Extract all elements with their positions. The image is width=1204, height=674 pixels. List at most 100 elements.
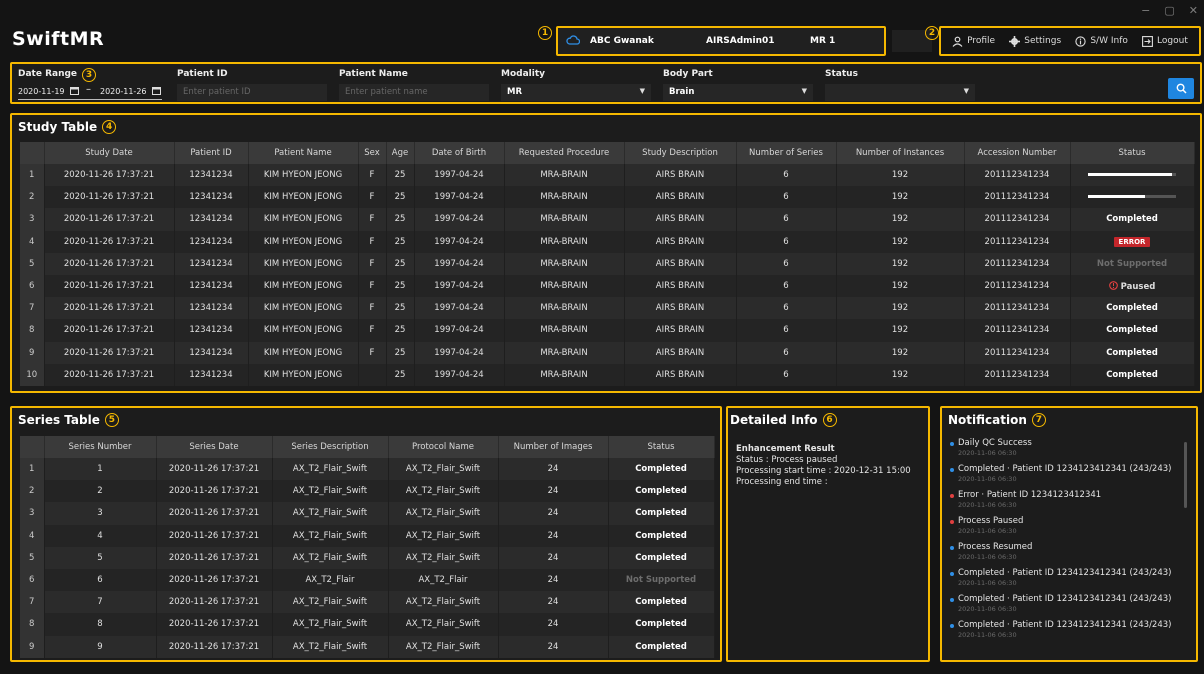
table-row[interactable]: 2 2020-11-26 17:37:21 12341234 KIM HYEON JE… (20, 186, 1195, 209)
patient-name-input[interactable]: Enter patient name (339, 84, 489, 101)
status-text: Not Supported (625, 575, 697, 586)
study-col-header[interactable] (20, 142, 45, 164)
notification-scrollbar[interactable] (1184, 442, 1187, 508)
study-cell-inst: 192 (836, 208, 965, 231)
series-col-header[interactable]: Protocol Name (388, 436, 499, 458)
table-row[interactable]: 5 2020-11-26 17:37:21 12341234 KIM HYEON JE… (20, 252, 1195, 275)
table-row[interactable]: 7 2020-11-26 17:37:21 12341234 KIM HYEON JE… (20, 297, 1195, 320)
notification-item[interactable]: Completed · Patient ID 1234123412341 (24… (950, 464, 1190, 483)
table-row[interactable]: 6 6 2020-11-26 17:37:21 AX_T2_Flair AX_T2_Fl… (20, 568, 715, 592)
modality-label: Modality (501, 69, 545, 79)
table-row[interactable]: 8 2020-11-26 17:37:21 12341234 KIM HYEON JE… (20, 319, 1195, 342)
sw-info-button[interactable]: S/W Info (1075, 35, 1128, 47)
table-row[interactable]: 9 2020-11-26 17:37:21 12341234 KIM HYEON JE… (20, 341, 1195, 364)
table-row[interactable]: 10 2020-11-26 17:37:21 12341234 KIM HYEON J… (20, 363, 1195, 386)
study-col-header[interactable]: Study Description (624, 142, 737, 164)
series-col-header[interactable]: Number of Images (498, 436, 609, 458)
notification-item[interactable]: Daily QC Success 2020-11-06 06:30 (950, 438, 1190, 457)
table-row[interactable]: 5 5 2020-11-26 17:37:21 AX_T2_Flair_Swift AX… (20, 546, 715, 569)
table-row[interactable]: 9 9 2020-11-26 17:37:21 AX_T2_Flair_Swift AX… (20, 635, 715, 658)
study-col-header[interactable]: Study Date (44, 142, 175, 164)
table-row[interactable]: 3 3 2020-11-26 17:37:21 AX_T2_Flair_Swift AX… (20, 502, 715, 525)
series-cell-num: 3 (44, 502, 157, 525)
callout-badge-4: 4 (102, 120, 117, 134)
series-cell-images: 24 (498, 502, 609, 525)
series-cell-date: 2020-11-26 17:37:21 (156, 458, 273, 481)
series-cell-proto: AX_T2_Flair_Swift (388, 591, 499, 614)
study-col-header[interactable]: Number of Instances (836, 142, 965, 164)
study-col-header[interactable]: Status (1070, 142, 1195, 164)
date-to[interactable]: 2020-11-26 (100, 87, 147, 96)
series-cell-desc: AX_T2_Flair_Swift (272, 613, 389, 636)
series-cell-status: Completed (608, 524, 715, 547)
series-cell-desc: AX_T2_Flair_Swift (272, 480, 389, 503)
table-row[interactable]: 4 2020-11-26 17:37:21 12341234 KIM HYEON JE… (20, 230, 1195, 253)
search-button[interactable] (1168, 78, 1194, 99)
table-row[interactable]: 1 1 2020-11-26 17:37:21 AX_T2_Flair_Swift AX… (20, 458, 715, 481)
study-cell-age: 25 (386, 230, 415, 253)
status-text: Not Supported (1096, 258, 1168, 269)
series-cell-date: 2020-11-26 17:37:21 (156, 502, 273, 525)
series-col-header[interactable]: Series Number (44, 436, 157, 458)
study-col-header[interactable]: Accession Number (964, 142, 1071, 164)
study-cell-date: 2020-11-26 17:37:21 (44, 186, 175, 209)
modality-select[interactable]: MR ▼ (501, 84, 651, 101)
study-col-header[interactable]: Requested Procedure (504, 142, 625, 164)
study-col-header[interactable]: Sex (358, 142, 387, 164)
table-row[interactable]: 7 7 2020-11-26 17:37:21 AX_T2_Flair_Swift AX… (20, 591, 715, 614)
table-row[interactable]: 1 2020-11-26 17:37:21 12341234 KIM HYEON JE… (20, 164, 1195, 187)
table-row[interactable]: 6 2020-11-26 17:37:21 12341234 KIM HYEON JE… (20, 274, 1195, 298)
study-cell-n: 7 (20, 297, 45, 320)
series-col-header[interactable]: Status (608, 436, 715, 458)
notification-item[interactable]: Completed · Patient ID 1234123412341 (24… (950, 568, 1190, 587)
close-icon[interactable]: ✕ (1189, 4, 1198, 17)
notification-item[interactable]: Completed · Patient ID 1234123412341 (24… (950, 620, 1190, 639)
table-row[interactable]: 2 2 2020-11-26 17:37:21 AX_T2_Flair_Swift AX… (20, 480, 715, 503)
study-col-header[interactable]: Number of Series (736, 142, 837, 164)
notification-item[interactable]: Error · Patient ID 1234123412341 2020-11-… (950, 490, 1190, 509)
study-col-header[interactable]: Patient Name (248, 142, 359, 164)
window-controls: − ▢ ✕ (1141, 4, 1198, 17)
table-row[interactable]: 4 4 2020-11-26 17:37:21 AX_T2_Flair_Swift AX… (20, 524, 715, 547)
study-col-header[interactable]: Age (386, 142, 415, 164)
series-cell-images: 24 (498, 568, 609, 592)
series-cell-num: 9 (44, 635, 157, 658)
notification-item[interactable]: Completed · Patient ID 1234123412341 (24… (950, 594, 1190, 613)
date-from[interactable]: 2020-11-19 (18, 87, 65, 96)
study-cell-dob: 1997-04-24 (414, 341, 505, 364)
study-table-wrap: Study Date Patient ID Patient Name Sex Age Da… (20, 142, 1195, 386)
series-col-header[interactable]: Series Date (156, 436, 273, 458)
study-cell-series: 6 (736, 297, 837, 320)
study-cell-desc: AIRS BRAIN (624, 274, 737, 298)
table-row[interactable]: 8 8 2020-11-26 17:37:21 AX_T2_Flair_Swift AX… (20, 613, 715, 636)
status-select[interactable]: ▼ (825, 84, 975, 101)
study-cell-sex: F (358, 274, 387, 298)
notification-item[interactable]: Process Resumed 2020-11-06 06:30 (950, 542, 1190, 561)
logout-label: Logout (1157, 36, 1188, 46)
study-col-header[interactable]: Date of Birth (414, 142, 505, 164)
study-cell-dob: 1997-04-24 (414, 252, 505, 275)
maximize-icon[interactable]: ▢ (1164, 4, 1174, 17)
study-title-text: Study Table (18, 120, 98, 134)
status-text: Completed (635, 619, 687, 630)
table-row[interactable]: 3 2020-11-26 17:37:21 12341234 KIM HYEON JE… (20, 208, 1195, 231)
status-text: Completed (1106, 325, 1158, 336)
series-cell-date: 2020-11-26 17:37:21 (156, 635, 273, 658)
series-col-header[interactable] (20, 436, 45, 458)
body-part-select[interactable]: Brain ▼ (663, 84, 813, 101)
series-cell-proto: AX_T2_Flair_Swift (388, 480, 499, 503)
study-cell-age: 25 (386, 208, 415, 231)
series-cell-n: 4 (20, 524, 45, 547)
patient-id-input[interactable]: Enter patient ID (177, 84, 327, 101)
site-name: ABC Gwanak (590, 36, 654, 46)
series-col-header[interactable]: Series Description (272, 436, 389, 458)
notification-title-text: Notification (948, 413, 1027, 427)
logout-button[interactable]: Logout (1142, 35, 1188, 47)
notification-item[interactable]: Process Paused 2020-11-06 06:30 (950, 516, 1190, 535)
caret-down-icon: ▼ (639, 87, 645, 95)
minimize-icon[interactable]: − (1141, 4, 1150, 17)
study-col-header[interactable]: Patient ID (174, 142, 249, 164)
profile-button[interactable]: Profile (952, 36, 995, 47)
settings-button[interactable]: Settings (1009, 35, 1061, 47)
notification-list: Daily QC Success 2020-11-06 06:30 Complete… (950, 438, 1190, 646)
